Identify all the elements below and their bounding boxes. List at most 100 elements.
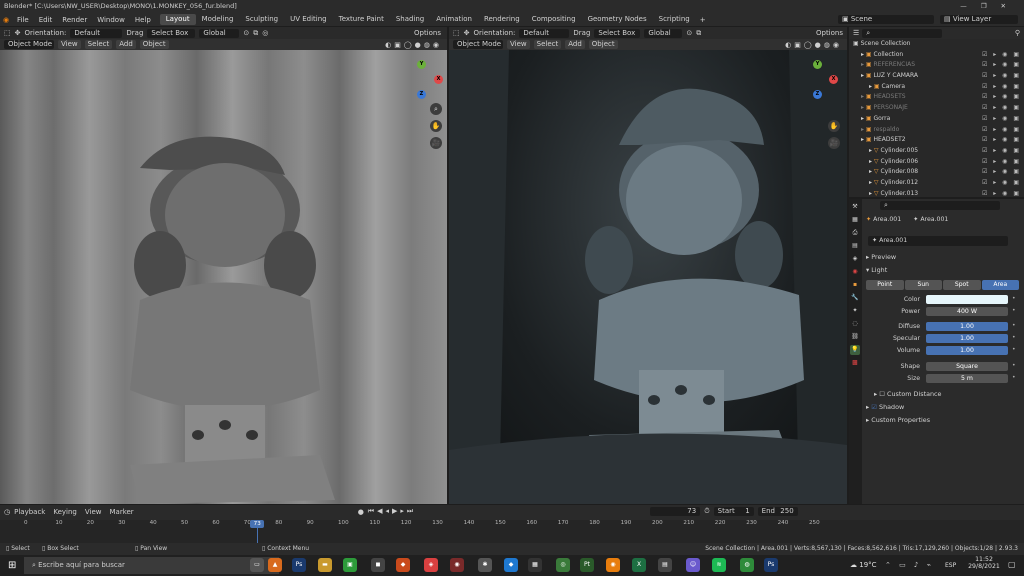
- field-specular[interactable]: 1.00: [926, 334, 1008, 343]
- add-menu[interactable]: Add: [565, 40, 585, 49]
- weather-widget[interactable]: ☁ 19°C: [850, 561, 877, 569]
- keyframe-dot-icon[interactable]: •: [1012, 362, 1016, 369]
- outliner-search-input[interactable]: ⌕: [862, 28, 943, 38]
- app-icon-8[interactable]: ▤: [658, 558, 672, 572]
- keyframe-dot-icon[interactable]: •: [1012, 307, 1016, 314]
- view-layer-tab-icon[interactable]: ▤: [850, 241, 860, 251]
- blender-taskbar-icon[interactable]: ◉: [606, 558, 620, 572]
- filter-icon[interactable]: ⚲: [1015, 29, 1024, 37]
- workspace-tab-animation[interactable]: Animation: [430, 14, 478, 25]
- pan-hand-icon[interactable]: ✋: [430, 120, 442, 132]
- render-tab-icon[interactable]: ▦: [850, 215, 860, 225]
- workspace-tab-layout[interactable]: Layout: [159, 14, 196, 25]
- workspace-tab-geometry-nodes[interactable]: Geometry Nodes: [582, 14, 653, 25]
- particles-tab-icon[interactable]: ✦: [850, 306, 860, 316]
- shading-rendered-icon[interactable]: ◉: [433, 41, 439, 49]
- minimize-button[interactable]: —: [960, 2, 981, 10]
- visibility-toggles[interactable]: ☑ ▸ ◉ ▣: [982, 167, 1021, 178]
- constraints-tab-icon[interactable]: ⛓: [850, 332, 860, 342]
- workspace-tab-scripting[interactable]: Scripting: [653, 14, 696, 25]
- photoshop-icon[interactable]: Ps: [292, 558, 306, 572]
- drag-dropdown[interactable]: Select Box: [147, 28, 196, 38]
- outliner-row[interactable]: ▸ ▽ Cylinder.008 ☑ ▸ ◉ ▣: [849, 167, 1024, 178]
- scene-tab-icon[interactable]: ◈: [850, 254, 860, 264]
- outliner-row[interactable]: ▸ ▽ Cylinder.012 ☑ ▸ ◉ ▣: [849, 178, 1024, 189]
- field-volume[interactable]: 1.00: [926, 346, 1008, 355]
- field-power[interactable]: 400 W: [926, 307, 1008, 316]
- outliner-row[interactable]: ▸ ▣ respaldo ☑ ▸ ◉ ▣: [849, 125, 1024, 136]
- menu-window[interactable]: Window: [92, 16, 130, 24]
- file-explorer-icon[interactable]: ▬: [318, 558, 332, 572]
- gizmo-y-icon[interactable]: Y: [417, 60, 426, 69]
- object-menu[interactable]: Object: [139, 40, 169, 49]
- field-size[interactable]: 5 m: [926, 374, 1008, 383]
- outliner-row[interactable]: ▸ ▣ PERSONAJE ☑ ▸ ◉ ▣: [849, 103, 1024, 114]
- outliner-row[interactable]: ▸ ▣ HEADSETS ☑ ▸ ◉ ▣: [849, 92, 1024, 103]
- keyframe-dot-icon[interactable]: •: [1012, 334, 1016, 341]
- shading-solid-icon[interactable]: ●: [815, 41, 821, 49]
- close-button[interactable]: ✕: [1001, 2, 1020, 10]
- keyframe-dot-icon[interactable]: •: [1012, 322, 1016, 329]
- pt-icon[interactable]: Pt: [580, 558, 594, 572]
- shading-material-icon[interactable]: ◍: [824, 41, 830, 49]
- keyframe-dot-icon[interactable]: •: [1012, 295, 1016, 302]
- outliner-row[interactable]: ▸ ▣ HEADSET2 ☑ ▸ ◉ ▣: [849, 135, 1024, 146]
- notification-icon[interactable]: ▢: [1008, 560, 1016, 569]
- workspace-tab-modeling[interactable]: Modeling: [196, 14, 240, 25]
- light-data-tab-icon[interactable]: 💡: [850, 345, 860, 355]
- transform-orientation-dropdown[interactable]: Global: [199, 28, 240, 38]
- overlay-icon[interactable]: ◐: [385, 41, 391, 49]
- field-shape[interactable]: Square: [926, 362, 1008, 371]
- select-menu[interactable]: Select: [533, 40, 562, 49]
- snap-icon[interactable]: ⧉: [696, 29, 701, 38]
- orientation-dropdown[interactable]: Default: [70, 28, 123, 38]
- photoshop-icon-2[interactable]: Ps: [764, 558, 778, 572]
- spotify-icon[interactable]: ≋: [712, 558, 726, 572]
- windows-start-icon[interactable]: ⊞: [8, 560, 16, 571]
- current-frame-field[interactable]: 73: [650, 507, 701, 516]
- visibility-toggles[interactable]: ☑ ▸ ◉ ▣: [982, 178, 1021, 189]
- custom-distance-panel[interactable]: ▸ ☐ Custom Distance: [874, 389, 942, 399]
- outliner-row[interactable]: ▸ ▣ Gorra ☑ ▸ ◉ ▣: [849, 114, 1024, 125]
- outliner-row[interactable]: ▸ ▽ Cylinder.005 ☑ ▸ ◉ ▣: [849, 146, 1024, 157]
- outliner-row[interactable]: ▸ ▣ Camera ☑ ▸ ◉ ▣: [849, 82, 1024, 93]
- playhead-line[interactable]: [257, 528, 259, 543]
- blender-logo-icon[interactable]: ◉: [0, 16, 12, 24]
- properties-search-input[interactable]: ⌕: [880, 200, 1000, 210]
- playback-controls[interactable]: ⏮◀◂▶▸⏭: [368, 507, 416, 516]
- transform-orientation-dropdown[interactable]: Global: [644, 28, 683, 38]
- visibility-toggles[interactable]: ☑ ▸ ◉ ▣: [982, 157, 1021, 168]
- add-menu[interactable]: Add: [116, 40, 136, 49]
- app-icon-7[interactable]: ▦: [528, 558, 542, 572]
- shadow-panel[interactable]: ▸ ☑ Shadow: [866, 402, 904, 412]
- camtasia-icon[interactable]: ▣: [343, 558, 357, 572]
- mode-dropdown[interactable]: Object Mode: [4, 40, 54, 49]
- select-tool-icon[interactable]: ⬚: [453, 29, 460, 37]
- menu-edit[interactable]: Edit: [34, 16, 58, 24]
- window-controls[interactable]: —❐✕: [960, 0, 1020, 13]
- modifier-tab-icon[interactable]: 🔧: [850, 293, 860, 303]
- preview-range-icon[interactable]: ⏱: [704, 507, 709, 516]
- visibility-toggles[interactable]: ☑ ▸ ◉ ▣: [982, 114, 1021, 125]
- app-icon-4[interactable]: ◉: [450, 558, 464, 572]
- gizmo-x-icon[interactable]: X: [434, 75, 443, 84]
- options-dropdown[interactable]: Options: [816, 29, 847, 37]
- proportional-icon[interactable]: ◎: [262, 29, 268, 37]
- outliner-row[interactable]: ▸ ▣ REFERENCIAS ☑ ▸ ◉ ▣: [849, 60, 1024, 71]
- physics-tab-icon[interactable]: ◌: [850, 319, 860, 329]
- light-type-area[interactable]: Area: [981, 280, 1019, 290]
- mode-dropdown[interactable]: Object Mode: [453, 40, 503, 49]
- select-tool-icon[interactable]: ⬚: [4, 29, 11, 37]
- app-icon-2[interactable]: ◆: [396, 558, 410, 572]
- gizmo-z-icon[interactable]: Z: [813, 90, 822, 99]
- visibility-toggles[interactable]: ☑ ▸ ◉ ▣: [982, 50, 1021, 61]
- visibility-toggles[interactable]: ☑ ▸ ◉ ▣: [982, 125, 1021, 136]
- pan-hand-icon[interactable]: ✋: [828, 120, 840, 132]
- app-icon-6[interactable]: ◆: [504, 558, 518, 572]
- playhead-label[interactable]: 73: [250, 520, 265, 528]
- options-dropdown[interactable]: Options: [414, 29, 447, 37]
- excel-icon[interactable]: X: [632, 558, 646, 572]
- visibility-toggles[interactable]: ☑ ▸ ◉ ▣: [982, 82, 1021, 93]
- custom-distance-checkbox[interactable]: ☐: [879, 390, 885, 398]
- timeline-menu-view[interactable]: View: [85, 508, 102, 516]
